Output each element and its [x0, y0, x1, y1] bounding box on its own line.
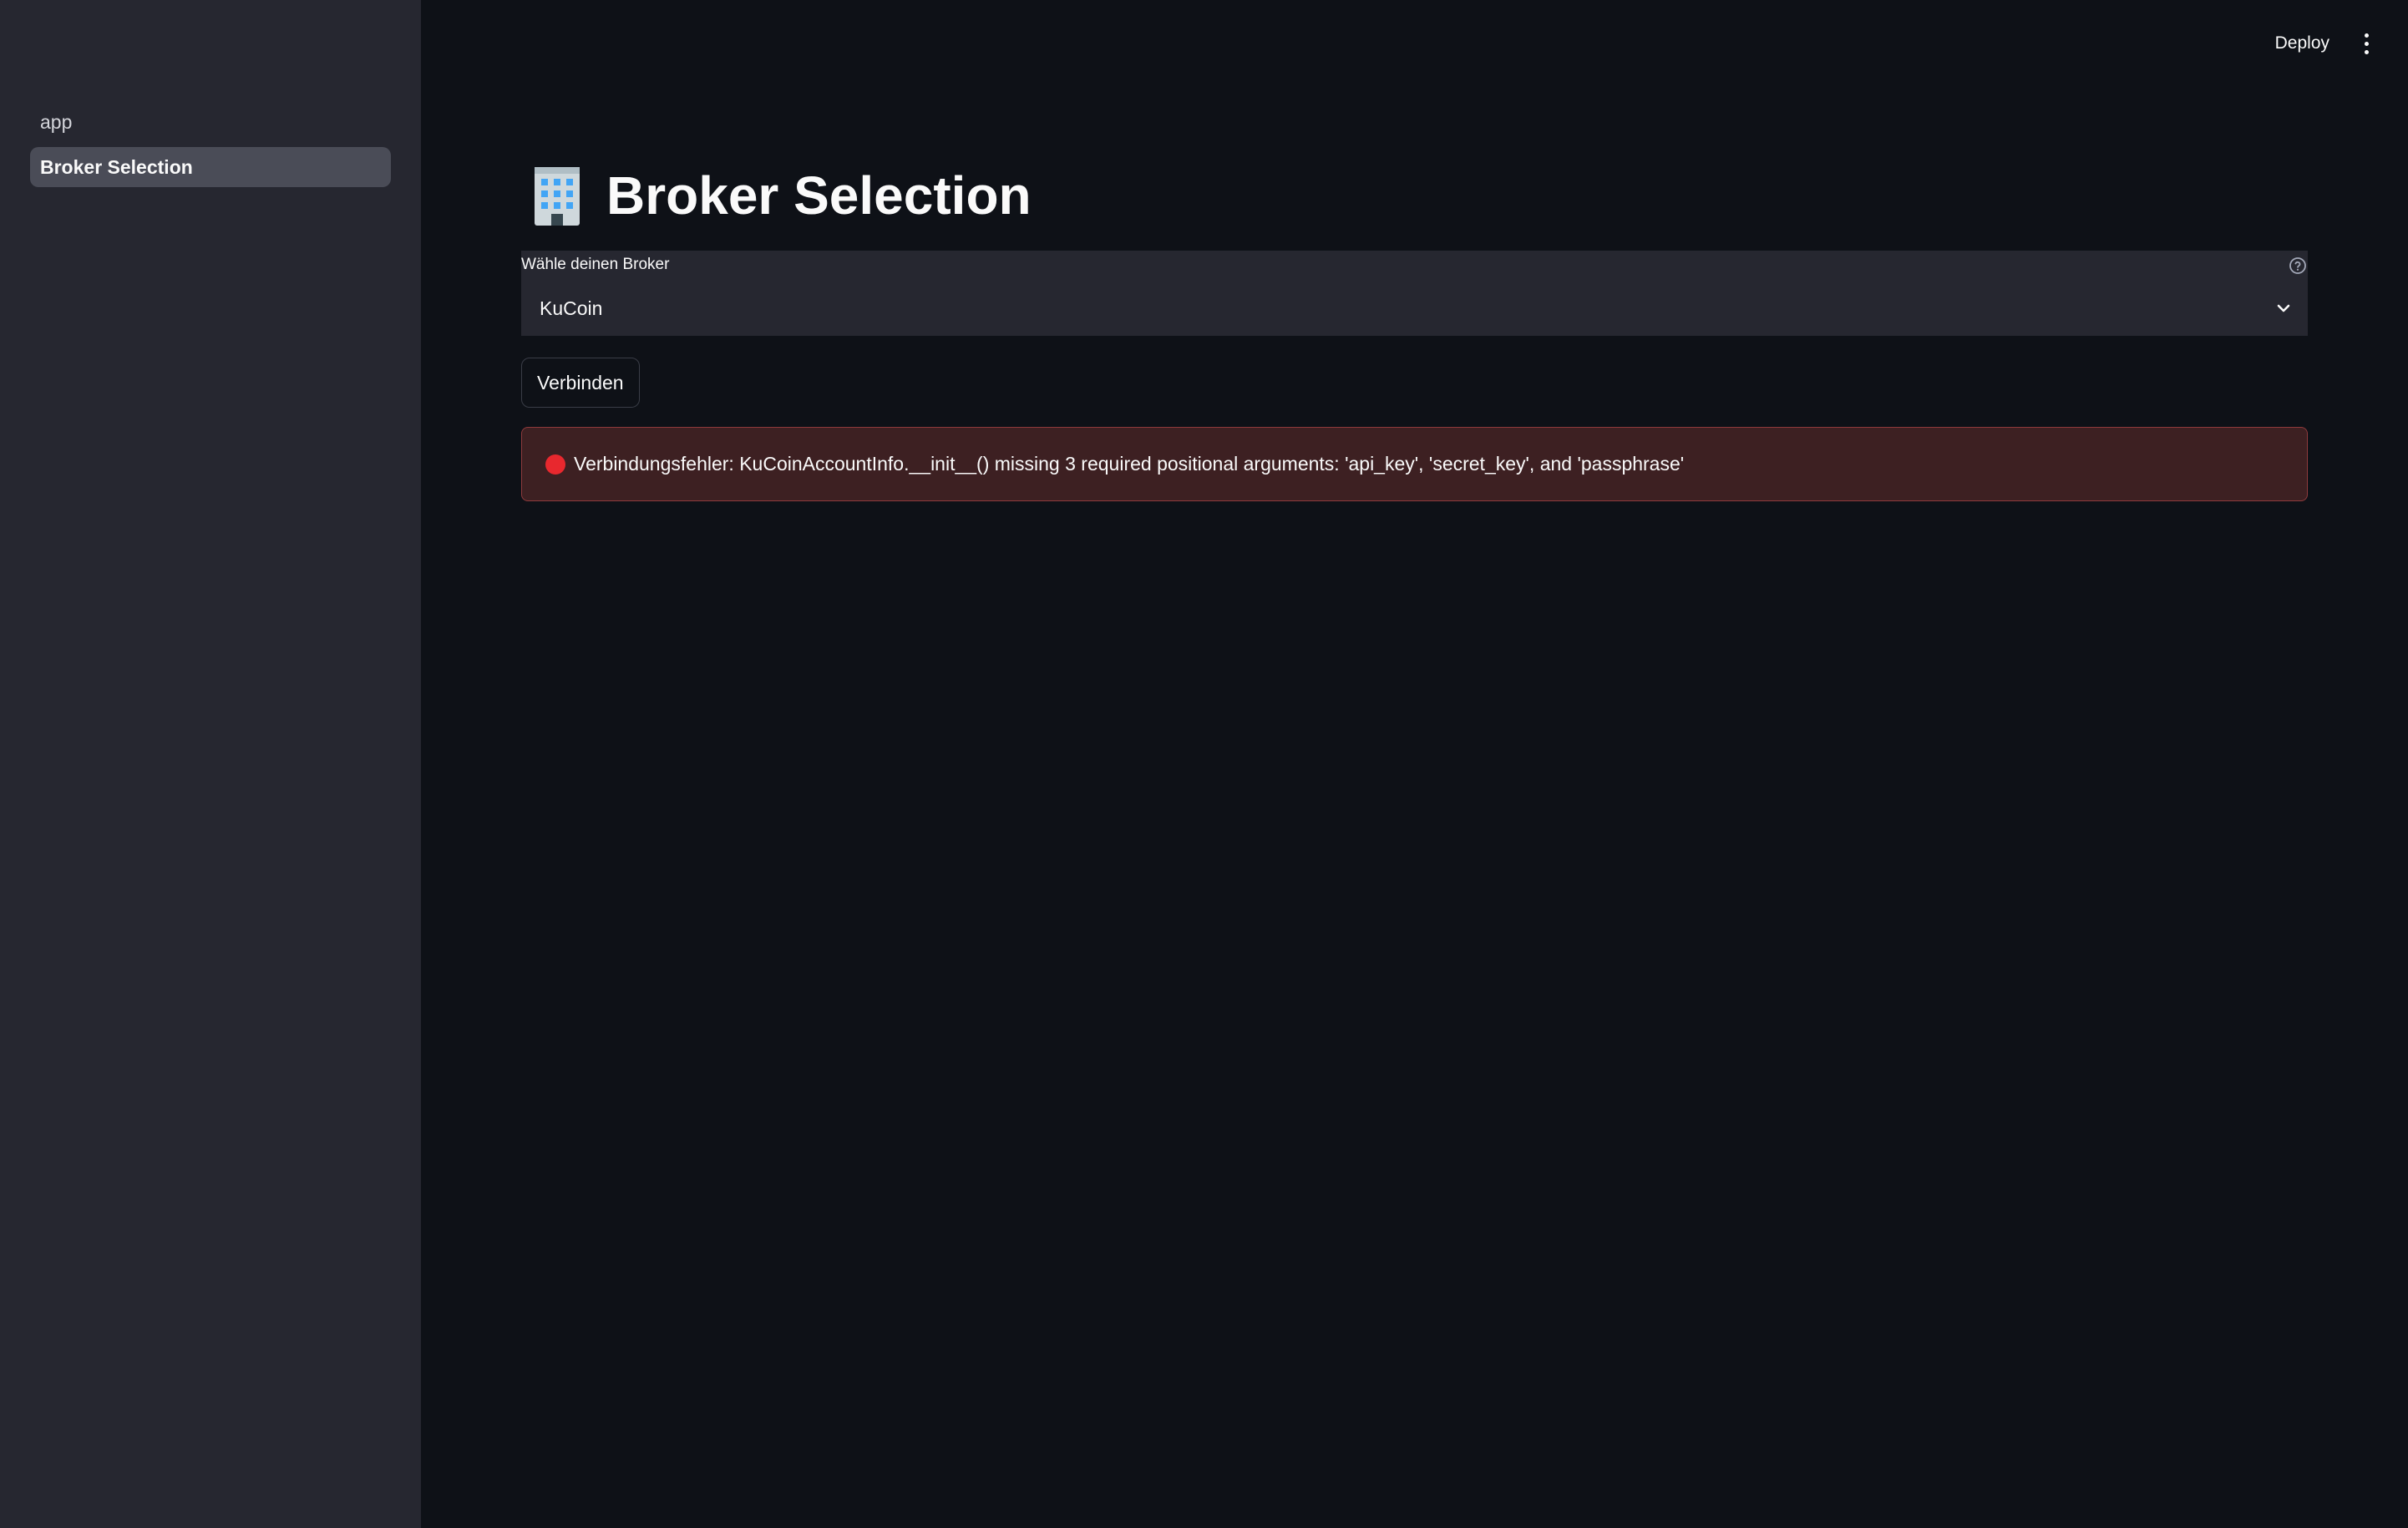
chevron-down-icon[interactable]	[2274, 299, 2293, 317]
red-circle-icon	[545, 454, 565, 475]
sidebar-item-broker-selection[interactable]: Broker Selection	[30, 147, 391, 187]
broker-select-value: KuCoin	[540, 297, 603, 319]
header-toolbar: Deploy	[2269, 28, 2375, 58]
kebab-menu-icon[interactable]	[2358, 28, 2375, 58]
question-circle-icon[interactable]	[2288, 256, 2308, 276]
office-building-icon	[530, 164, 585, 227]
broker-select-label: Wähle deinen Broker	[521, 256, 670, 273]
sidebar-item-label: app	[40, 110, 73, 133]
sidebar-item-label: Broker Selection	[40, 155, 193, 178]
sidebar-item-app[interactable]: app	[30, 102, 391, 142]
connect-button[interactable]: Verbinden	[521, 358, 640, 408]
broker-select[interactable]: Wähle deinen Broker KuCoin	[521, 251, 2308, 336]
sidebar: app Broker Selection	[0, 0, 421, 1528]
deploy-button[interactable]: Deploy	[2269, 28, 2336, 58]
page-title: Broker Selection	[606, 165, 1032, 226]
error-alert: Verbindungsfehler: KuCoinAccountInfo.__i…	[521, 427, 2308, 501]
title-row: Broker Selection	[530, 164, 1032, 227]
error-message: Verbindungsfehler: KuCoinAccountInfo.__i…	[574, 453, 1685, 475]
sidebar-nav: app Broker Selection	[30, 102, 391, 192]
